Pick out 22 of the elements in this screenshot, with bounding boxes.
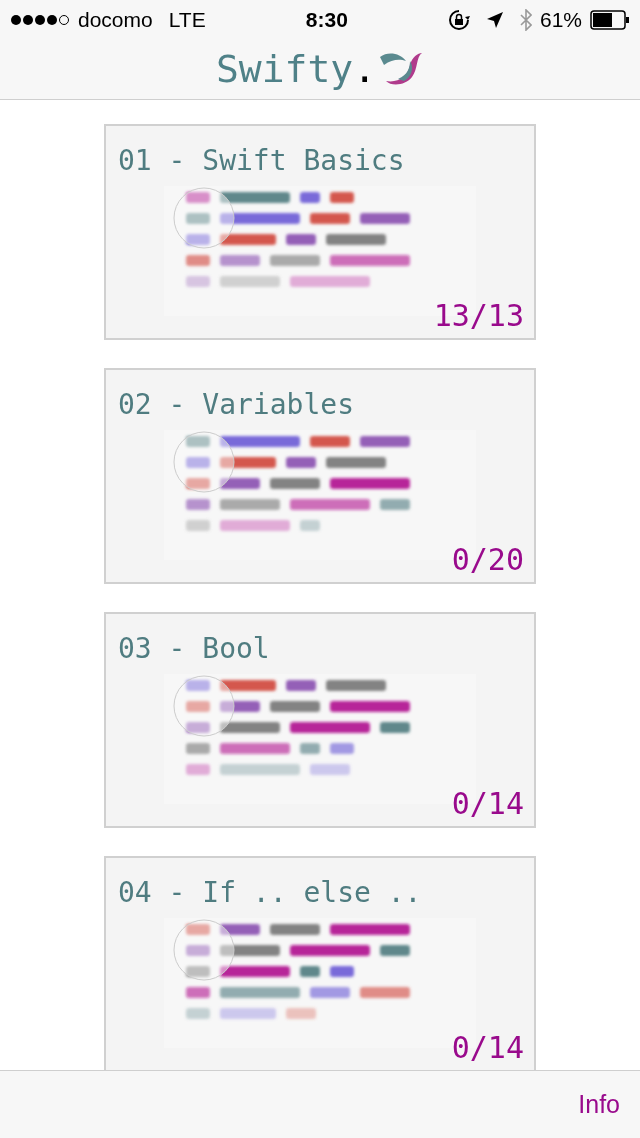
- clock-time: 8:30: [305, 8, 348, 32]
- lesson-card[interactable]: 01 - Swift Basics 13/13: [104, 124, 536, 340]
- battery-percent: 61%: [539, 7, 582, 34]
- lesson-card[interactable]: 03 - Bool 0/14: [104, 612, 536, 828]
- bluetooth-icon: [519, 9, 532, 31]
- carrier-name: docomo: [78, 7, 153, 34]
- network-type: LTE: [168, 7, 206, 34]
- lesson-card[interactable]: 02 - Variables 0/20: [104, 368, 536, 584]
- lesson-title: 04 - If .. else ..: [117, 875, 423, 911]
- progress-count: 13/13: [433, 299, 524, 332]
- battery-icon: [590, 10, 630, 30]
- lesson-title: 03 - Bool: [117, 631, 271, 667]
- progress-count: 0/14: [451, 1031, 524, 1064]
- info-link[interactable]: Info: [578, 1085, 620, 1124]
- lesson-card[interactable]: 04 - If .. else .. 0/14: [104, 856, 536, 1070]
- progress-count: 0/14: [451, 787, 524, 820]
- location-arrow-icon: [485, 11, 504, 29]
- lesson-title: 02 - Variables: [117, 387, 355, 423]
- app-logo-text: Swifty.: [215, 50, 377, 88]
- progress-count: 0/20: [451, 543, 524, 576]
- lock-rotation-icon: [447, 9, 470, 31]
- lesson-title: 01 - Swift Basics: [117, 143, 406, 179]
